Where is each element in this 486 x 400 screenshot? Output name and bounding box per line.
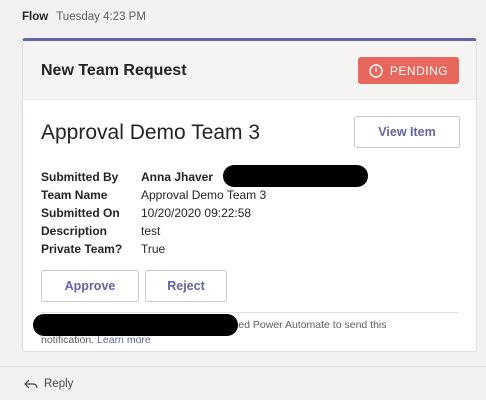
fact-row: Private Team? True (41, 240, 266, 258)
fact-label: Submitted On (41, 206, 120, 220)
message-header: Flow Tuesday 4:23 PM (22, 11, 146, 23)
redaction-mark (33, 314, 238, 336)
fact-row: Team Name Approval Demo Team 3 (41, 186, 266, 204)
card-title: New Team Request (41, 62, 187, 79)
fact-label: Submitted By (41, 170, 119, 184)
sender-name[interactable]: Flow (22, 11, 48, 23)
message-timestamp: Tuesday 4:23 PM (56, 11, 146, 23)
status-badge: PENDING (358, 57, 459, 84)
fact-label: Team Name (41, 188, 108, 202)
reply-icon (24, 379, 38, 388)
team-title: Approval Demo Team 3 (41, 121, 261, 144)
fact-row: Description test (41, 222, 266, 240)
reject-button[interactable]: Reject (145, 270, 227, 302)
fact-value: 10/20/2020 09:22:58 (141, 206, 252, 220)
fact-value: test (141, 224, 161, 238)
redaction-mark (223, 165, 368, 187)
fact-row: Submitted On 10/20/2020 09:22:58 (41, 204, 266, 222)
fact-value: Approval Demo Team 3 (141, 188, 267, 202)
status-label: PENDING (389, 63, 449, 78)
approve-button[interactable]: Approve (41, 270, 139, 302)
approval-card: New Team Request PENDING Approval Demo T… (22, 38, 477, 352)
fact-label: Private Team? (41, 242, 123, 256)
clock-icon (369, 63, 383, 78)
divider (41, 312, 458, 313)
fact-value: Anna Jhaver (141, 170, 214, 184)
reply-label: Reply (44, 377, 74, 390)
reply-button[interactable]: Reply (0, 366, 486, 400)
fact-label: Description (41, 224, 108, 238)
card-header: New Team Request PENDING (23, 41, 476, 100)
fact-value: True (141, 242, 166, 256)
view-item-button[interactable]: View Item (354, 116, 460, 148)
